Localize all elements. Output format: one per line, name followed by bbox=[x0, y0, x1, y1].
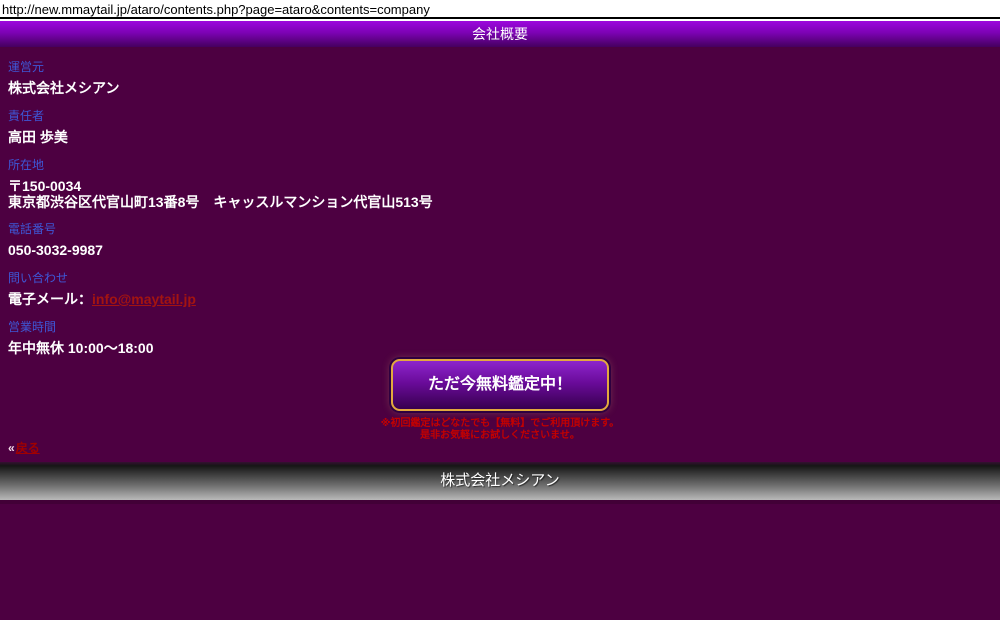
section-label-operator: 運営元 bbox=[8, 60, 992, 74]
url-text: http://new.mmaytail.jp/ataro/contents.ph… bbox=[0, 0, 1000, 19]
back-link[interactable]: 戻る bbox=[16, 441, 40, 455]
section-label-address: 所在地 bbox=[8, 158, 992, 172]
url-value: http://new.mmaytail.jp/ataro/contents.ph… bbox=[2, 2, 430, 17]
section-label-contact: 問い合わせ bbox=[8, 271, 992, 285]
section-value-manager: 高田 歩美 bbox=[8, 129, 992, 146]
section-value-address: 〒150-0034 東京都渋谷区代官山町13番8号 キャッスルマンション代官山5… bbox=[8, 178, 992, 210]
email-prefix: 電子メール： bbox=[8, 291, 92, 307]
footer-bar: 株式会社メシアン bbox=[0, 462, 1000, 500]
free-reading-button[interactable]: ただ今無料鑑定中！ bbox=[391, 359, 609, 411]
section-label-phone: 電話番号 bbox=[8, 222, 992, 236]
cta-area: ただ今無料鑑定中！ ※初回鑑定はどなたでも【無料】でご利用頂けます。 是非お気軽… bbox=[0, 359, 1000, 442]
page-header-bar: 会社概要 bbox=[0, 21, 1000, 47]
back-arrows-icon: « bbox=[8, 441, 15, 455]
section-label-hours: 営業時間 bbox=[8, 320, 992, 334]
page: http://new.mmaytail.jp/ataro/contents.ph… bbox=[0, 0, 1000, 620]
email-link[interactable]: info@maytail.jp bbox=[92, 291, 196, 307]
footer-company-name: 株式会社メシアン bbox=[440, 472, 559, 489]
cta-note-line2: 是非お気軽にお試しくださいませ。 bbox=[0, 430, 1000, 442]
section-value-phone: 050-3032-9987 bbox=[8, 242, 992, 259]
company-info-panel: 運営元 株式会社メシアン 責任者 高田 歩美 所在地 〒150-0034 東京都… bbox=[0, 47, 1000, 462]
section-value-hours: 年中無休 10:00～18:00 bbox=[8, 340, 992, 357]
back-link-row: «戻る bbox=[8, 439, 40, 456]
street-address: 東京都渋谷区代官山町13番8号 キャッスルマンション代官山513号 bbox=[8, 194, 992, 210]
section-value-operator: 株式会社メシアン bbox=[8, 80, 992, 97]
cta-note: ※初回鑑定はどなたでも【無料】でご利用頂けます。 是非お気軽にお試しくださいませ… bbox=[0, 418, 1000, 442]
postal-code: 〒150-0034 bbox=[8, 178, 992, 194]
cta-note-line1: ※初回鑑定はどなたでも【無料】でご利用頂けます。 bbox=[0, 418, 1000, 430]
bottom-spacer bbox=[0, 500, 1000, 620]
section-value-contact: 電子メール：info@maytail.jp bbox=[8, 291, 992, 308]
section-label-manager: 責任者 bbox=[8, 109, 992, 123]
page-title: 会社概要 bbox=[472, 26, 528, 42]
